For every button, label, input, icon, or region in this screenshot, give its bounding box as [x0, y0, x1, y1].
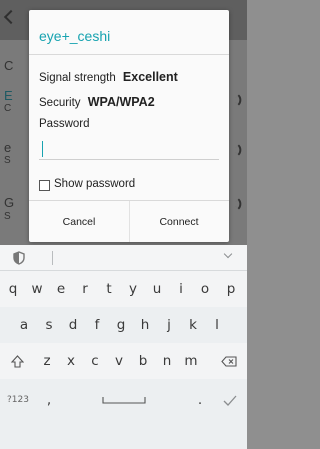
cancel-button[interactable]: Cancel: [29, 201, 129, 242]
period-key[interactable]: .: [188, 385, 212, 415]
network-name-title: eye+_ceshi: [39, 28, 111, 44]
space-key[interactable]: [62, 385, 186, 415]
password-label: Password: [39, 118, 90, 130]
background-peek-text: e: [4, 140, 12, 155]
key-d[interactable]: d: [61, 310, 85, 340]
wifi-signal-icon: [233, 94, 245, 106]
key-c[interactable]: c: [83, 346, 107, 376]
backspace-icon: [221, 355, 237, 367]
key-e[interactable]: e: [49, 274, 73, 304]
suggestion-separator: [52, 251, 53, 265]
key-w[interactable]: w: [25, 274, 49, 304]
key-b[interactable]: b: [131, 346, 155, 376]
space-icon: [102, 397, 146, 404]
title-divider: [29, 54, 229, 55]
back-arrow-icon: [3, 9, 19, 25]
background-peek-text: E: [4, 88, 13, 103]
key-l[interactable]: l: [205, 310, 229, 340]
key-p[interactable]: p: [217, 274, 245, 304]
enter-check-icon: [223, 395, 237, 406]
key-a[interactable]: a: [12, 310, 36, 340]
key-q[interactable]: q: [1, 274, 25, 304]
keyboard-suggestion-bar: [0, 245, 247, 271]
backspace-key[interactable]: [212, 346, 246, 376]
key-t[interactable]: t: [97, 274, 121, 304]
onscreen-keyboard: q w e r t y u i o p a s d f g h j k l z …: [0, 245, 247, 449]
key-s[interactable]: s: [37, 310, 61, 340]
key-n[interactable]: n: [155, 346, 179, 376]
security-label: Security: [39, 97, 81, 109]
security-value: WPA/WPA2: [87, 95, 155, 109]
shield-icon[interactable]: [12, 251, 26, 265]
key-m[interactable]: m: [179, 346, 203, 376]
show-password-checkbox[interactable]: [39, 180, 50, 191]
key-v[interactable]: v: [107, 346, 131, 376]
key-j[interactable]: j: [157, 310, 181, 340]
security-row: Security WPA/WPA2: [39, 95, 155, 109]
signal-strength-row: Signal strength Excellent: [39, 70, 178, 84]
comma-key[interactable]: ,: [37, 385, 61, 415]
collapse-chevron-icon[interactable]: [223, 249, 233, 259]
password-input[interactable]: [39, 138, 219, 160]
text-cursor: [42, 141, 43, 157]
enter-key[interactable]: [214, 385, 246, 415]
background-peek-text: C: [4, 103, 12, 114]
key-k[interactable]: k: [181, 310, 205, 340]
shift-key[interactable]: [0, 346, 34, 376]
symbols-key[interactable]: ?123: [0, 385, 36, 415]
key-f[interactable]: f: [85, 310, 109, 340]
connect-button[interactable]: Connect: [129, 201, 229, 242]
key-y[interactable]: y: [121, 274, 145, 304]
wifi-signal-icon: [233, 198, 245, 210]
key-r[interactable]: r: [73, 274, 97, 304]
signal-strength-value: Excellent: [122, 70, 178, 84]
background-peek-text: S: [4, 155, 11, 166]
wifi-connect-dialog: eye+_ceshi Signal strength Excellent Sec…: [29, 10, 229, 242]
key-z[interactable]: z: [35, 346, 59, 376]
key-h[interactable]: h: [133, 310, 157, 340]
show-password-label[interactable]: Show password: [54, 178, 135, 190]
key-u[interactable]: u: [145, 274, 169, 304]
background-peek-text: G: [4, 195, 15, 210]
wifi-signal-icon: [233, 144, 245, 156]
background-peek-text: C: [4, 58, 14, 73]
signal-strength-label: Signal strength: [39, 72, 116, 84]
background-peek-text: S: [4, 211, 11, 222]
shift-icon: [10, 354, 24, 368]
key-g[interactable]: g: [109, 310, 133, 340]
key-o[interactable]: o: [193, 274, 217, 304]
key-x[interactable]: x: [59, 346, 83, 376]
key-i[interactable]: i: [169, 274, 193, 304]
